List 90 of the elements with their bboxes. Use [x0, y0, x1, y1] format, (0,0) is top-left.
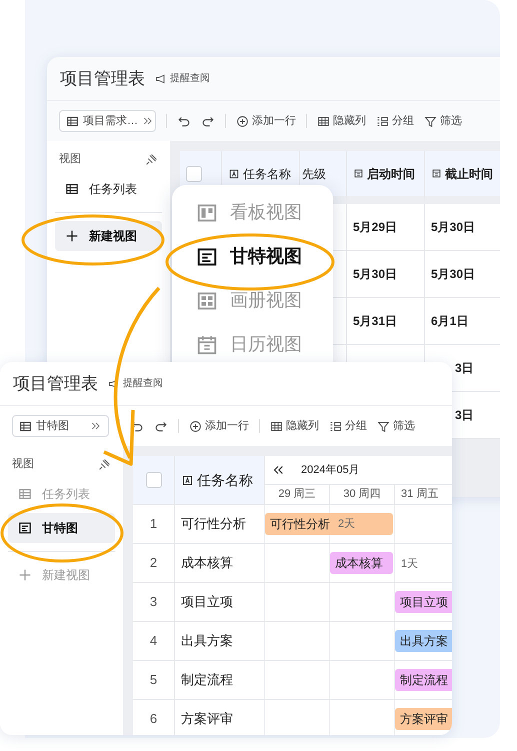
gantt-bar[interactable]: 可行性分析 2天 — [265, 513, 393, 535]
chevrons-icon[interactable] — [90, 420, 102, 432]
date-field-icon — [431, 168, 442, 179]
row-number: 1 — [150, 515, 158, 534]
duration-label: 1天 — [401, 557, 418, 572]
group-icon — [329, 420, 342, 432]
duration-label: 2天 — [338, 516, 356, 532]
gantt-bar[interactable]: 项目立项 — [395, 591, 452, 613]
task-name: 成本核算 — [181, 554, 233, 572]
row-number: 2 — [150, 554, 158, 572]
view-select[interactable]: 项目需求… — [59, 110, 156, 132]
column-header[interactable]: 截止时间 — [425, 151, 500, 204]
row-number: 5 — [150, 671, 158, 690]
pin-icon[interactable] — [145, 152, 158, 166]
gantt-bar[interactable]: 成本核算 — [330, 552, 393, 574]
columns-icon — [317, 114, 330, 128]
select-all-checkbox[interactable] — [186, 166, 202, 182]
bar-label: 出具方案 — [400, 633, 448, 650]
view-select[interactable]: 甘特图 — [12, 415, 109, 437]
row-number: 4 — [150, 632, 158, 650]
text-field-icon — [181, 474, 194, 486]
calendar-icon — [196, 334, 218, 356]
task-name: 项目立项 — [181, 593, 233, 612]
group-icon — [376, 114, 389, 128]
new-view-button[interactable]: 新建视图 — [55, 220, 162, 250]
filter-icon — [424, 114, 437, 128]
text-field-icon — [228, 168, 240, 180]
columns-icon — [270, 420, 283, 432]
day-header: 29 周三 — [265, 485, 330, 505]
bar-label: 可行性分析 — [270, 516, 330, 533]
filter-button[interactable]: 筛选 — [424, 112, 462, 130]
sidebar-heading: 视图 — [59, 152, 81, 167]
task-name: 制定流程 — [181, 671, 233, 690]
window-title: 项目管理表 — [60, 68, 145, 90]
table-cell: 5月30日 — [347, 251, 425, 298]
table-cell: 5月30日 — [425, 251, 500, 298]
hide-columns-button[interactable]: 隐藏列 — [317, 112, 366, 130]
month-label: 2024年05月 — [301, 462, 360, 478]
table-cell: 5月30日 — [425, 204, 500, 251]
filter-icon — [377, 420, 390, 432]
reminder-button[interactable]: 提醒查阅 — [108, 376, 163, 391]
add-circle-icon — [236, 114, 249, 128]
task-name: 可行性分析 — [181, 515, 246, 534]
select-all-checkbox[interactable] — [146, 472, 162, 488]
bar-label: 方案评审 — [400, 711, 448, 728]
table-icon — [66, 114, 79, 128]
day-header: 31 周五 — [395, 485, 452, 505]
view-select-label: 项目需求… — [83, 114, 138, 129]
gantt-bar[interactable]: 方案评审 — [395, 708, 452, 730]
view-item[interactable]: 甘特图 — [8, 512, 115, 542]
add-circle-icon — [189, 420, 202, 432]
gantt-bar[interactable]: 制定流程 — [395, 669, 452, 691]
table-icon — [19, 420, 32, 432]
gantt-icon — [196, 246, 218, 268]
sidebar-heading: 视图 — [12, 457, 34, 472]
table-cell: 5月31日 — [347, 298, 425, 345]
megaphone-icon — [155, 72, 167, 84]
view-item[interactable]: 任务列表 — [55, 174, 162, 204]
hide-columns-button[interactable]: 隐藏列 — [270, 418, 319, 434]
column-header[interactable]: 任务名称 — [175, 456, 265, 505]
group-button[interactable]: 分组 — [329, 418, 367, 434]
row-number: 6 — [150, 710, 158, 728]
day-header: 30 周四 — [330, 485, 395, 505]
add-row-button[interactable]: 添加一行 — [236, 112, 296, 130]
plus-icon — [65, 228, 79, 242]
gantt-icon — [18, 520, 32, 534]
reminder-button[interactable]: 提醒查阅 — [155, 71, 210, 86]
chevrons-icon[interactable] — [142, 114, 154, 127]
table-icon — [65, 182, 79, 196]
row-number: 3 — [150, 593, 158, 612]
bar-label: 制定流程 — [400, 672, 448, 689]
column-header[interactable]: 启动时间 — [347, 151, 425, 204]
grid-icon — [196, 290, 218, 312]
bar-label: 成本核算 — [335, 555, 383, 572]
view-select-label: 甘特图 — [36, 418, 69, 434]
gantt-bar[interactable]: 出具方案 — [395, 630, 452, 652]
task-name: 出具方案 — [181, 632, 233, 650]
task-name: 方案评审 — [181, 710, 233, 728]
bar-label: 项目立项 — [400, 594, 448, 611]
plus-icon — [18, 568, 32, 582]
table-cell: 5月29日 — [347, 204, 425, 251]
pin-icon[interactable] — [98, 458, 111, 471]
date-field-icon — [353, 168, 364, 179]
add-row-button[interactable]: 添加一行 — [189, 418, 249, 434]
kanban-icon — [196, 202, 218, 224]
filter-button[interactable]: 筛选 — [377, 418, 415, 434]
table-cell: 6月1日 — [425, 298, 500, 345]
window-title: 项目管理表 — [13, 372, 98, 395]
table-icon — [18, 486, 32, 500]
group-button[interactable]: 分组 — [376, 112, 414, 130]
